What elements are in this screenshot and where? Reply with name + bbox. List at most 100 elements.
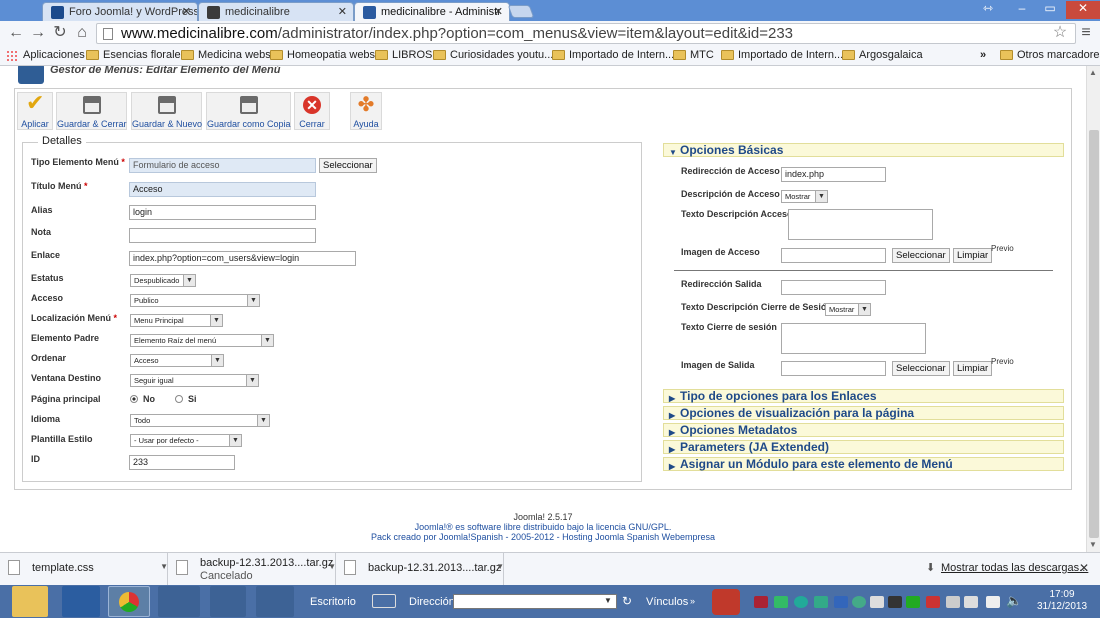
new-tab-button[interactable] xyxy=(507,5,535,18)
taskbar-app-icon[interactable] xyxy=(210,586,246,617)
basic-options-header[interactable]: ▼ Opciones Básicas xyxy=(663,143,1064,157)
keyboard-icon[interactable] xyxy=(372,594,396,608)
bookmark-folder[interactable]: MTC xyxy=(673,49,714,61)
ordering-select[interactable]: Acceso ▼ xyxy=(130,354,224,367)
forward-arrow-icon[interactable]: → xyxy=(28,24,48,42)
note-input[interactable] xyxy=(129,228,316,243)
tray-icon[interactable] xyxy=(946,596,960,608)
browser-tab-foro[interactable]: Foro Joomla! y WordPress ✕ xyxy=(42,2,198,21)
module-assignment-header[interactable]: ▶ Asignar un Módulo para este elemento de… xyxy=(663,457,1064,471)
footer-pack-link[interactable]: Pack creado por Joomla!Spanish - 2005-20… xyxy=(0,532,1086,542)
logout-image-clear-button[interactable]: Limpiar xyxy=(953,361,993,376)
tray-icon[interactable] xyxy=(814,596,828,608)
download-item[interactable]: backup-12.31.2013....tar.gz ▼ xyxy=(336,553,504,586)
menu-location-select[interactable]: Menu Principal ▼ xyxy=(130,314,223,327)
bookmark-folder[interactable]: Homeopatia webs xyxy=(270,49,375,61)
tray-icon[interactable] xyxy=(754,596,768,608)
show-all-downloads-link[interactable]: Mostrar todas las descargas... xyxy=(941,562,1088,574)
login-image-clear-button[interactable]: Limpiar xyxy=(953,248,993,263)
volume-icon[interactable]: 🔈 xyxy=(1006,593,1022,609)
bookmark-folder[interactable]: LIBROS xyxy=(375,49,432,61)
close-tab-icon[interactable]: ✕ xyxy=(494,5,503,18)
file-explorer-icon[interactable] xyxy=(12,586,48,617)
download-item[interactable]: template.css ▼ xyxy=(0,553,168,586)
status-select[interactable]: Despublicado ▼ xyxy=(130,274,196,287)
bookmark-apps[interactable]: Aplicaciones xyxy=(6,49,85,62)
footer-license-link[interactable]: Joomla!® es software libre distribuido b… xyxy=(0,522,1086,532)
scroll-up-icon[interactable]: ▲ xyxy=(1089,68,1097,77)
save-close-button[interactable]: Guardar & Cerrar xyxy=(56,92,127,130)
close-button[interactable]: ✕ Cerrar xyxy=(294,92,330,130)
language-select[interactable]: Todo ▼ xyxy=(130,414,270,427)
metadata-header[interactable]: ▶ Opciones Metadatos xyxy=(663,423,1064,437)
menu-title-input[interactable]: Acceso xyxy=(129,182,316,197)
tray-icon[interactable] xyxy=(774,596,788,608)
desktop-icon[interactable] xyxy=(62,586,100,617)
bookmark-folder[interactable]: Curiosidades youtu... xyxy=(433,49,553,61)
tray-icon[interactable] xyxy=(834,596,848,608)
star-bookmark-icon[interactable]: ☆ xyxy=(1050,24,1070,42)
logout-text-textarea[interactable] xyxy=(781,323,926,354)
tray-app-icon[interactable] xyxy=(712,589,740,615)
taskbar-clock[interactable]: 17:09 31/12/2013 xyxy=(1030,589,1094,613)
alias-input[interactable]: login xyxy=(129,205,316,220)
page-display-header[interactable]: ▶ Opciones de visualización para la págin… xyxy=(663,406,1064,420)
close-tab-icon[interactable]: ✕ xyxy=(338,5,347,18)
parameters-header[interactable]: ▶ Parameters (JA Extended) xyxy=(663,440,1064,454)
close-window-icon[interactable]: ✕ xyxy=(1066,1,1100,19)
tray-icon[interactable] xyxy=(870,596,884,608)
maximize-window-icon[interactable]: ▭ xyxy=(1036,1,1064,15)
minimize-icon[interactable]: ⇿ xyxy=(974,1,1002,15)
taskbar-app-icon[interactable] xyxy=(256,586,294,617)
network-icon[interactable] xyxy=(986,596,1000,608)
tray-icon[interactable] xyxy=(964,596,978,608)
tray-icon[interactable] xyxy=(852,596,866,608)
logout-description-select[interactable]: Mostrar ▼ xyxy=(825,303,871,316)
scroll-down-icon[interactable]: ▼ xyxy=(1089,540,1097,549)
taskbar-address-input[interactable] xyxy=(453,594,617,609)
browser-tab-admin[interactable]: medicinalibre - Administr ✕ xyxy=(354,2,510,21)
chevrons-right-icon[interactable]: » xyxy=(690,596,695,606)
logout-image-input[interactable] xyxy=(781,361,886,376)
parent-item-select[interactable]: Elemento Raíz del menú ▼ xyxy=(130,334,274,347)
logout-image-select-button[interactable]: Seleccionar xyxy=(892,361,950,376)
link-input[interactable]: index.php?option=com_users&view=login xyxy=(129,251,356,266)
login-redirect-input[interactable]: index.php xyxy=(781,167,886,182)
save-new-button[interactable]: Guardar & Nuevo xyxy=(131,92,202,130)
go-refresh-icon[interactable]: ↻ xyxy=(622,594,632,608)
back-arrow-icon[interactable]: ← xyxy=(6,24,26,42)
reload-icon[interactable]: ↻ xyxy=(50,24,70,42)
bookmark-folder[interactable]: Argosgalaica xyxy=(842,49,923,61)
close-tab-icon[interactable]: ✕ xyxy=(182,5,191,18)
bookmark-folder[interactable]: Importado de Intern... xyxy=(552,49,674,61)
logout-redirect-input[interactable] xyxy=(781,280,886,295)
apply-button[interactable]: ✔ Aplicar xyxy=(17,92,53,130)
select-type-button[interactable]: Seleccionar xyxy=(319,158,377,173)
target-window-select[interactable]: Seguir igual ▼ xyxy=(130,374,259,387)
home-yes-radio[interactable] xyxy=(175,395,183,403)
login-image-select-button[interactable]: Seleccionar xyxy=(892,248,950,263)
browser-tab-medicinalibre[interactable]: medicinalibre ✕ xyxy=(198,2,354,21)
desktop-toolbar-label[interactable]: Escritorio xyxy=(310,596,356,608)
tray-icon[interactable] xyxy=(794,596,808,608)
chevron-down-icon[interactable]: ▼ xyxy=(160,562,168,571)
link-options-header[interactable]: ▶ Tipo de opciones para los Enlaces xyxy=(663,389,1064,403)
tray-icon[interactable] xyxy=(888,596,902,608)
help-button[interactable]: ✤ Ayuda xyxy=(350,92,382,130)
taskbar-app-icon[interactable] xyxy=(158,586,200,617)
save-copy-button[interactable]: Guardar como Copia xyxy=(206,92,291,130)
template-style-select[interactable]: - Usar por defecto - ▼ xyxy=(130,434,242,447)
chevron-down-icon[interactable]: ▼ xyxy=(328,562,336,571)
tray-icon[interactable] xyxy=(926,596,940,608)
home-icon[interactable]: ⌂ xyxy=(72,24,92,42)
login-description-select[interactable]: Mostrar ▼ xyxy=(781,190,828,203)
download-item[interactable]: backup-12.31.2013....tar.gz Cancelado ▼ xyxy=(168,553,336,586)
login-description-textarea[interactable] xyxy=(788,209,933,240)
chevron-down-icon[interactable]: ▼ xyxy=(496,562,504,571)
bookmark-folder[interactable]: Medicina webs xyxy=(181,49,271,61)
address-bar[interactable]: www.medicinalibre.com/administrator/inde… xyxy=(96,23,1076,44)
bookmark-folder[interactable]: Esencias florales xyxy=(86,49,186,61)
scrollbar-thumb[interactable] xyxy=(1089,130,1099,538)
chevron-down-icon[interactable]: ▼ xyxy=(604,596,612,605)
minimize-window-icon[interactable]: – xyxy=(1008,1,1036,15)
